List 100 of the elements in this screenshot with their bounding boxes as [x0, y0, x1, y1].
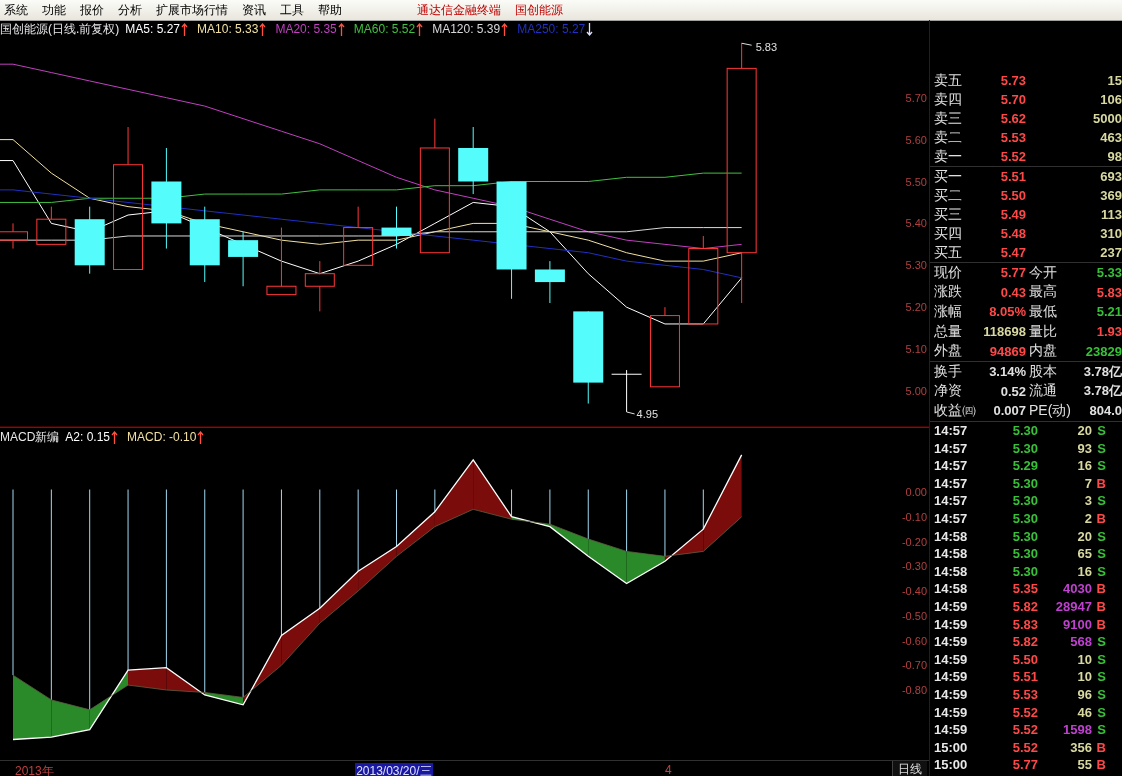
stat-label: 净资 [934, 382, 963, 401]
trade-time: 14:59 [934, 634, 969, 650]
stat-label: 内盘 [1028, 342, 1058, 361]
candlestick [534, 260, 565, 304]
stat-value: 94869 [988, 343, 1026, 359]
stat-label: 涨跌 [934, 283, 963, 302]
chart-title: 国创能源(日线.前复权) [0, 20, 120, 38]
stat-label: 收益㈣ [934, 401, 974, 420]
trade-time: 14:57 [934, 458, 969, 474]
trade-time: 14:57 [934, 423, 969, 439]
trade-volume: 96 [1076, 686, 1092, 702]
axis-label: 5.20 [905, 301, 927, 314]
order-volume: 237 [1099, 245, 1122, 260]
trade-volume: 46 [1076, 704, 1092, 720]
trade-side: S [1096, 440, 1106, 456]
trade-volume: 16 [1076, 563, 1092, 579]
stat-value: 3.14% [988, 364, 1026, 380]
menu-item[interactable]: 报价 [76, 1, 114, 19]
stat-value: 23829 [1084, 343, 1122, 359]
order-level-label: 卖一 [934, 147, 963, 166]
candlestick [304, 260, 335, 312]
trade-time: 14:59 [934, 651, 969, 667]
trade-side: S [1096, 686, 1106, 702]
menu-item[interactable]: 扩展市场行情 [152, 1, 238, 19]
trade-time: 14:57 [934, 511, 969, 526]
trade-time: 14:58 [934, 528, 969, 544]
stat-label: 现价 [934, 263, 963, 282]
trade-price: 5.50 [1011, 651, 1038, 667]
trade-price: 5.52 [1011, 704, 1038, 720]
trade-volume: 1598 [1062, 722, 1092, 738]
indicator-value: A2: 0.15 [65, 430, 111, 444]
trade-volume: 4030 [1062, 581, 1092, 597]
menu-item[interactable]: 资讯 [238, 1, 276, 19]
trade-volume: 9100 [1062, 616, 1092, 632]
trade-side: B [1095, 581, 1106, 597]
menu-item[interactable]: 帮助 [314, 1, 352, 19]
trade-price: 5.82 [1011, 634, 1038, 650]
order-level-label: 买五 [934, 243, 963, 262]
axis-label: 5.60 [905, 133, 927, 146]
candlestick [228, 231, 259, 287]
candlestick [343, 206, 374, 266]
stat-label: PE(动) [1028, 401, 1070, 420]
trade-volume: 16 [1076, 458, 1092, 474]
trade-time: 14:59 [934, 599, 969, 614]
order-price: 5.49 [999, 207, 1026, 222]
order-volume: 369 [1099, 188, 1122, 203]
order-volume: 310 [1099, 226, 1122, 241]
leader-line [741, 42, 753, 46]
order-price: 5.73 [999, 73, 1026, 88]
leader-line [626, 411, 636, 415]
trade-time: 14:58 [934, 546, 969, 562]
trade-time: 14:57 [934, 475, 969, 491]
axis-label: -0.30 [901, 560, 927, 573]
axis-label: 5.40 [905, 217, 927, 230]
axis-label: -0.20 [901, 535, 927, 548]
trade-time: 14:59 [934, 616, 969, 632]
stat-value: 3.78亿 [1082, 382, 1122, 401]
axis-label: -0.80 [901, 684, 927, 696]
stat-value: 3.78亿 [1082, 362, 1122, 381]
stat-value: 0.52 [999, 383, 1026, 399]
order-volume: 98 [1106, 149, 1122, 164]
stat-value: 5.77 [999, 265, 1026, 281]
trade-side: S [1096, 528, 1106, 544]
menu-item[interactable]: 功能 [38, 1, 76, 19]
axis-label: 5.50 [905, 175, 927, 188]
stat-label: 最高 [1028, 283, 1058, 302]
axis-label: 5.00 [905, 385, 927, 397]
trade-side: B [1095, 511, 1106, 526]
trade-volume: 356 [1069, 739, 1092, 755]
order-volume: 693 [1099, 169, 1122, 184]
stat-label: 股本 [1028, 362, 1058, 381]
trade-time: 14:58 [934, 563, 969, 579]
order-level-label: 买三 [934, 205, 963, 224]
axis-label: 2013年 [15, 763, 54, 776]
stat-label: 外盘 [934, 342, 963, 361]
trade-side: B [1095, 739, 1106, 755]
menu-item[interactable]: 工具 [276, 1, 314, 19]
menu-item[interactable]: 系统 [0, 1, 38, 19]
trade-volume: 65 [1076, 546, 1092, 562]
chart-title: MACD新编 [0, 428, 60, 446]
order-price: 5.70 [999, 92, 1026, 107]
order-price: 5.62 [999, 111, 1026, 126]
trade-price: 5.82 [1011, 599, 1038, 614]
order-level-label: 卖五 [934, 71, 963, 90]
axis-label: 0.00 [905, 486, 927, 498]
trade-side: B [1095, 757, 1106, 773]
trade-side: B [1095, 475, 1106, 491]
trade-price: 5.30 [1011, 511, 1038, 526]
axis-label: 5.30 [905, 259, 927, 272]
order-volume: 15 [1106, 73, 1122, 88]
high-price-label: 5.83 [755, 41, 778, 54]
stat-label: 最低 [1028, 303, 1058, 321]
candlestick [36, 206, 67, 245]
stat-label: 总量 [934, 322, 963, 341]
period-tab[interactable]: 日线 [892, 761, 927, 776]
order-price: 5.50 [999, 188, 1026, 203]
axis-label: 5.70 [905, 91, 927, 104]
indicator-value: MA5: 5.27 [125, 22, 181, 36]
menu-item[interactable]: 分析 [114, 1, 152, 19]
trade-side: S [1096, 493, 1106, 509]
